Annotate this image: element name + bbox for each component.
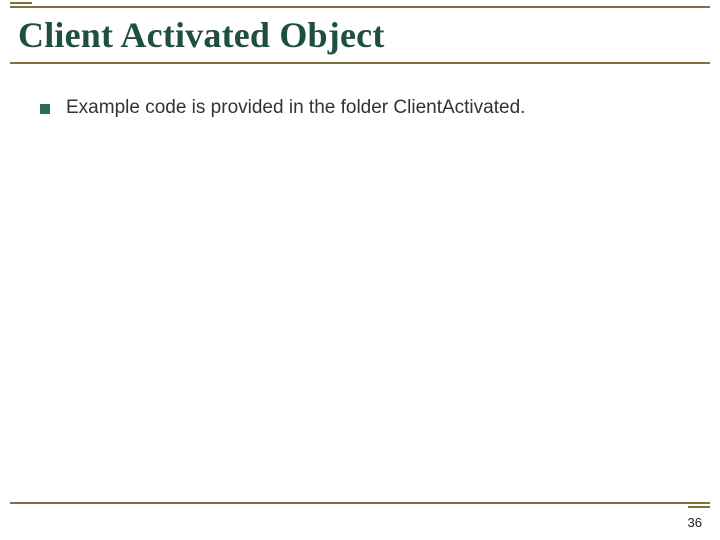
- top-rule: [10, 6, 710, 8]
- slide-title: Client Activated Object: [18, 14, 385, 56]
- page-number: 36: [688, 515, 702, 530]
- bottom-rule: [10, 502, 710, 504]
- bullet-item: Example code is provided in the folder C…: [40, 96, 680, 121]
- slide-body: Example code is provided in the folder C…: [40, 96, 680, 121]
- slide: Client Activated Object Example code is …: [0, 0, 720, 540]
- bullet-text: Example code is provided in the folder C…: [66, 96, 525, 121]
- title-underline: [10, 62, 710, 64]
- square-bullet-icon: [40, 104, 50, 114]
